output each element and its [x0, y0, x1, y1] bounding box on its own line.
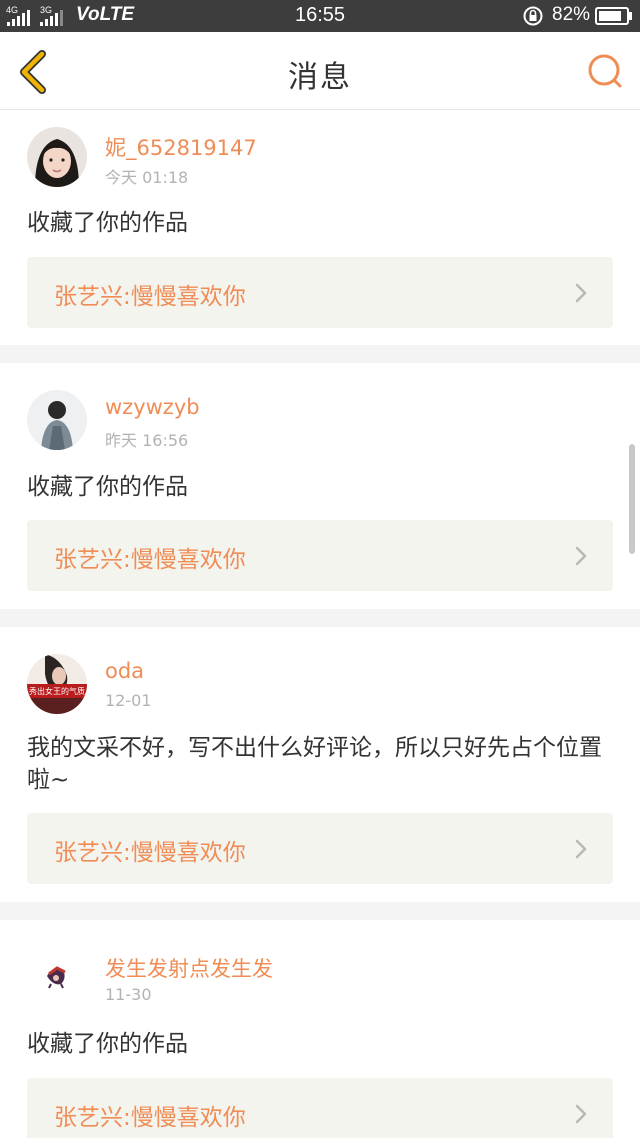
message-time: 11-30 [105, 985, 152, 1004]
message-item[interactable]: wzywzyb 昨天 16:56 收藏了你的作品 张艺兴:慢慢喜欢你 [0, 363, 640, 609]
message-item[interactable]: 发生发射点发生发 11-30 收藏了你的作品 张艺兴:慢慢喜欢你 [0, 920, 640, 1138]
work-title: 张艺兴:慢慢喜欢你 [54, 284, 246, 310]
search-button[interactable] [584, 51, 626, 93]
status-bar: 4G 3G VoLTE 16:55 82% [0, 0, 640, 32]
rotation-lock-icon [523, 6, 543, 26]
clock: 16:55 [294, 4, 346, 26]
message-time: 12-01 [105, 691, 152, 710]
user-avatar-image [27, 390, 87, 450]
battery-percent: 82% [552, 4, 591, 25]
message-text: 我的文采不好，写不出什么好评论，所以只好先占个位置啦~ [27, 735, 602, 793]
user-avatar-image: 秀出女王的气质 [27, 654, 87, 714]
work-reference[interactable]: 张艺兴:慢慢喜欢你 [27, 813, 613, 884]
battery-icon [595, 7, 632, 25]
avatar[interactable] [27, 127, 87, 187]
message-time: 昨天 16:56 [105, 431, 189, 450]
message-text: 收藏了你的作品 [27, 474, 188, 500]
nav-header: 消息 [0, 32, 640, 110]
svg-text:秀出女王的气质: 秀出女王的气质 [29, 686, 85, 696]
work-title: 张艺兴:慢慢喜欢你 [54, 547, 246, 573]
divider [0, 345, 640, 363]
message-item[interactable]: 妮_652819147 今天 01:18 收藏了你的作品 张艺兴:慢慢喜欢你 [0, 111, 640, 345]
work-reference[interactable]: 张艺兴:慢慢喜欢你 [27, 520, 613, 591]
avatar[interactable] [27, 948, 87, 1008]
user-avatar-image [27, 948, 87, 1008]
username[interactable]: 发生发射点发生发 [105, 953, 273, 983]
avatar[interactable]: 秀出女王的气质 [27, 654, 87, 714]
search-icon [588, 54, 622, 88]
message-text: 收藏了你的作品 [27, 210, 188, 236]
message-list: 妮_652819147 今天 01:18 收藏了你的作品 张艺兴:慢慢喜欢你 w… [0, 111, 640, 1138]
user-avatar-image [27, 127, 87, 187]
message-item[interactable]: 秀出女王的气质 oda 12-01 我的文采不好，写不出什么好评论，所以只好先占… [0, 627, 640, 902]
scrollbar[interactable] [629, 444, 635, 554]
work-reference[interactable]: 张艺兴:慢慢喜欢你 [27, 257, 613, 328]
avatar[interactable] [27, 390, 87, 450]
page-title: 消息 [288, 60, 352, 95]
divider [0, 902, 640, 920]
work-reference[interactable]: 张艺兴:慢慢喜欢你 [27, 1078, 613, 1138]
username[interactable]: oda [105, 659, 144, 683]
work-title: 张艺兴:慢慢喜欢你 [54, 840, 246, 866]
work-title: 张艺兴:慢慢喜欢你 [54, 1105, 246, 1131]
divider [0, 609, 640, 627]
chevron-right-icon [575, 546, 587, 566]
chevron-right-icon [575, 1104, 587, 1124]
username[interactable]: wzywzyb [105, 395, 200, 419]
chevron-right-icon [575, 839, 587, 859]
message-text: 收藏了你的作品 [27, 1031, 188, 1057]
username[interactable]: 妮_652819147 [105, 132, 257, 162]
message-time: 今天 01:18 [105, 168, 189, 187]
chevron-right-icon [575, 283, 587, 303]
